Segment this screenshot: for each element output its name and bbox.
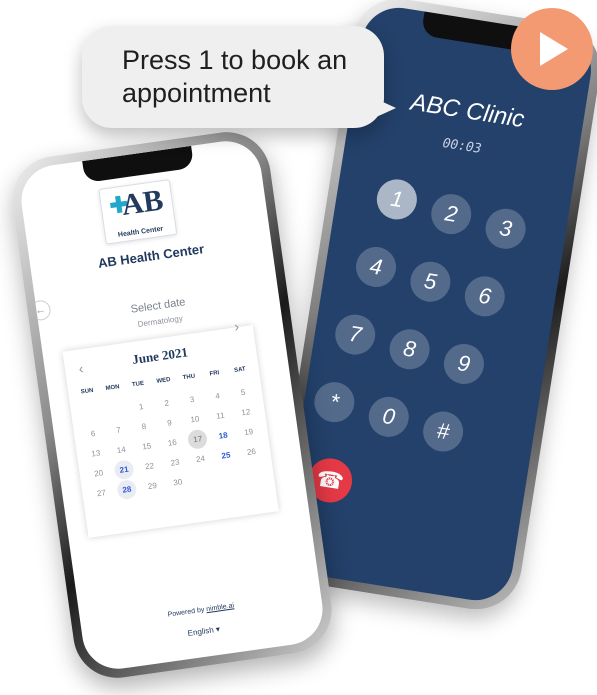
calendar-day[interactable]: 3 (178, 388, 206, 410)
play-button[interactable] (511, 8, 593, 90)
next-month-icon[interactable]: › (227, 316, 245, 336)
weekday-label: SAT (233, 366, 247, 374)
calendar-day[interactable]: 25 (212, 444, 240, 466)
calendar-day[interactable]: 28 (116, 478, 138, 501)
calendar-day[interactable]: 23 (161, 451, 189, 473)
calendar-day[interactable]: 9 (155, 412, 183, 434)
key-9[interactable]: 9 (441, 341, 487, 387)
key-1[interactable]: 1 (373, 176, 420, 223)
language-selector[interactable]: English ▾ (83, 610, 324, 653)
calendar-day[interactable]: 30 (164, 471, 192, 493)
phone-hangup-icon: ☎ (314, 465, 346, 495)
phone-notch (82, 145, 195, 183)
calendar-day[interactable]: 13 (82, 442, 110, 464)
key-0[interactable]: 0 (365, 393, 412, 440)
bubble-text: Press 1 to book an appointment (122, 45, 348, 108)
key-3[interactable]: 3 (482, 205, 529, 252)
play-icon (540, 32, 568, 66)
calendar-day[interactable]: 27 (87, 482, 115, 504)
calendar-day[interactable]: 5 (229, 381, 257, 403)
calendar-blank (76, 403, 104, 425)
center-title: AB Health Center (97, 241, 206, 271)
key-6[interactable]: 6 (461, 273, 508, 320)
calendar-day[interactable]: 2 (153, 392, 181, 414)
calendar-day[interactable]: 21 (113, 459, 135, 481)
calendar-day[interactable]: 29 (138, 475, 166, 497)
calendar-day[interactable]: 1 (127, 396, 155, 418)
powered-by-label: Powered by (167, 606, 207, 619)
key-5[interactable]: 5 (407, 258, 454, 305)
calendar-day[interactable]: 10 (181, 408, 209, 430)
calendar-day[interactable]: 4 (204, 385, 232, 407)
key-hash[interactable]: # (420, 408, 467, 455)
calendar-day[interactable]: 18 (209, 424, 237, 446)
weekday-label: THU (182, 373, 196, 382)
calendar-day[interactable]: 11 (206, 405, 234, 427)
calendar-days-grid: 1 2 3 4 5 6 7 8 9 10 11 12 13 14 15 16 17 18 19 20 21 22 23 24 2… (76, 381, 268, 504)
calendar-day[interactable]: 24 (186, 448, 214, 470)
calendar-day[interactable]: 17 (186, 428, 209, 450)
calendar-day[interactable]: 22 (136, 455, 164, 477)
weekday-label: FRI (209, 370, 220, 378)
calendar-day[interactable]: 15 (133, 435, 161, 457)
key-7[interactable]: 7 (332, 311, 379, 358)
calendar-day[interactable]: 7 (104, 419, 132, 441)
calendar-day[interactable]: 8 (130, 415, 158, 437)
weekday-label: MON (105, 384, 120, 393)
date-picker-calendar: ‹ June 2021 › SUN MON TUE WED THU FRI SAT 1234… (62, 318, 279, 538)
weekday-label: WED (156, 376, 171, 385)
powered-by-footer: Powered by nimble.ai (81, 590, 322, 631)
logo-mark: AB (119, 183, 166, 222)
calendar-day[interactable]: 19 (235, 421, 263, 443)
key-8[interactable]: 8 (386, 326, 433, 373)
weekday-label: SUN (80, 387, 94, 396)
speech-bubble: Press 1 to book an appointment (82, 26, 396, 128)
key-star[interactable]: * (311, 379, 358, 426)
logo-subtitle: Health Center (117, 225, 164, 239)
booking-screen: ✚ AB Health Center AB Health Center ← Se… (16, 136, 328, 674)
calendar-day[interactable]: 20 (85, 462, 113, 484)
calendar-blank (102, 399, 130, 421)
powered-by-link[interactable]: nimble.ai (206, 602, 235, 613)
key-4[interactable]: 4 (353, 244, 399, 290)
booking-phone: ✚ AB Health Center AB Health Center ← Se… (6, 126, 338, 684)
weekday-label: TUE (131, 380, 145, 389)
calendar-day[interactable]: 12 (232, 401, 260, 423)
calendar-day[interactable]: 16 (158, 432, 186, 454)
calendar-day[interactable]: 14 (107, 439, 135, 461)
health-center-logo: ✚ AB Health Center (98, 179, 178, 245)
calendar-day[interactable]: 26 (237, 441, 265, 463)
calendar-day[interactable]: 6 (79, 423, 107, 445)
key-2[interactable]: 2 (428, 191, 475, 238)
